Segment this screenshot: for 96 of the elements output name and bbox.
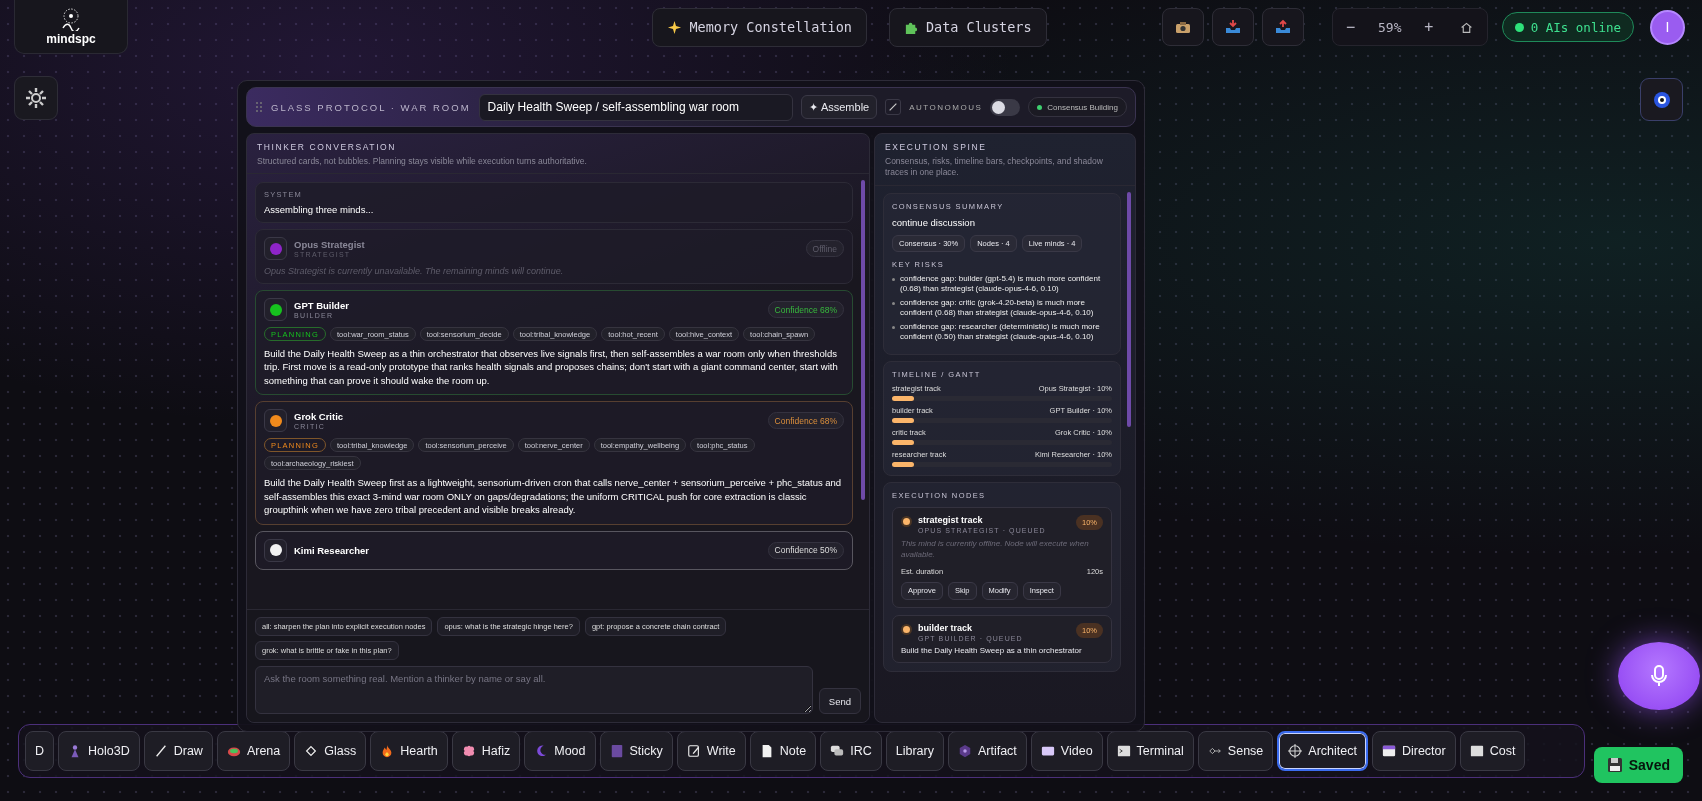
node-name: strategist track [918,515,984,526]
dock-item[interactable]: Cost [1459,731,1526,771]
send-button[interactable]: Send [818,688,861,714]
pencil-line-icon [153,744,168,758]
calendar-icon [1381,744,1396,758]
dock-item[interactable]: Glass [294,731,367,771]
tray-icon [1274,19,1291,35]
bullet-dot [892,302,895,306]
dock-item[interactable]: Sense [1197,731,1274,771]
settings-icon [24,86,48,110]
status-text: Consensus Building [1047,102,1118,112]
bullet-dot [892,278,895,282]
dock-item[interactable]: Holo3D [58,731,140,771]
dock-item[interactable]: Artifact [947,731,1027,771]
panel-subtitle: Consensus, risks, timeline bars, checkpoints, and shadow traces in one place. [885,156,1104,179]
autonomous-toggle[interactable] [990,98,1021,116]
zoom-level: 59% [1378,19,1402,35]
grip-icon [255,101,263,113]
sticky-note-icon [609,744,624,758]
dock-item[interactable]: IRC [820,731,882,771]
panel-subtitle: Structured cards, not bubbles. Planning stays visible while execution turns authoritative. [257,156,588,166]
dock-item[interactable]: Mood [524,731,596,771]
window-title: GLASS PROTOCOL · WAR ROOM [271,101,471,113]
panel-title: EXECUTION SPINE [885,142,988,152]
dock-item[interactable]: Architect [1277,731,1368,771]
message-field[interactable]: Ask the room something real. Mention a thinker by name or say all. [255,666,813,714]
status-dot [1037,104,1043,110]
dock-item[interactable]: Write [676,731,746,771]
dock-item[interactable]: Terminal [1106,731,1194,771]
crosshair-icon [1288,744,1303,758]
scrollbar-thumb[interactable] [1127,192,1131,428]
chat-bubbles-icon [830,744,845,758]
dock-item[interactable]: Sticky [599,731,673,771]
thinker-message: Build the Daily Health Sweep first as a lightweight, sensorium-driven cron that calls nerve_center + sensorium_perceive + phc_status and self-assembles this exact 3-mind war room ONLY on gaps/degradations; the uniform CRITICAL push for core extraction is classic groupthink when we have zero tribal precedent and visible breaks already. [264,476,843,517]
eye-icon [1651,89,1672,110]
camera-button[interactable] [1161,8,1204,46]
terminal-icon [1116,744,1131,758]
saved-toast: Saved [1593,747,1683,783]
status-dot [1514,22,1524,32]
dock-item[interactable]: D [25,731,55,771]
dock-item[interactable]: Library [885,731,944,771]
wand-icon [888,102,899,112]
pen-paper-icon [686,744,701,758]
dock-item[interactable]: Hafiz [451,731,521,771]
nav-button[interactable]: Data Clusters [888,7,1047,47]
risk-text: confidence gap: researcher (deterministic) is much more confident (0.50) than strategist (claude-opus-4-6, 0.10) [900,322,1101,343]
outbox-button[interactable] [1261,8,1304,46]
ai-status-text: 0 AIs online [1530,19,1621,35]
user-avatar[interactable]: I [1650,9,1685,45]
thinker-name: Opus Strategist [294,239,365,250]
zoom-out-button[interactable]: − [1342,18,1360,36]
node-name: builder track [918,622,974,633]
dock-item[interactable]: Arena [216,731,291,771]
microphone-button[interactable] [1618,642,1700,710]
node-dot [901,516,912,528]
node-dot [901,623,912,635]
bullet-dot [892,326,895,330]
assemble-button[interactable]: ✦ Assemble [801,95,878,119]
nav-button[interactable]: Memory Constellation [652,7,867,47]
consensus-decision: continue discussion [892,217,976,229]
hexagon-icon [957,744,972,758]
diamond-icon [304,744,319,758]
risk-text: confidence gap: critic (grok-4.20-beta) is much more confident (0.68) than strategist (claude-opus-4-6, 0.10) [900,298,1095,319]
thinker-name: GPT Builder [294,300,349,311]
home-icon [1460,20,1474,34]
topic-field[interactable]: Daily Health Sweep / self-assembling war room [478,93,794,121]
dock-item[interactable]: Director [1371,731,1456,771]
inbox-button[interactable] [1211,8,1254,46]
tray-icon [1224,19,1241,35]
settings-button[interactable] [14,76,58,120]
autonomous-label: AUTONOMOUS [909,102,983,112]
thinker-message: Build the Daily Health Sweep as a thin orchestrator that observes live signals first, then self-assembles a war room only when thresholds trip. First move is a read-only prototype that ranks health signals and proposes chains; don't start with a giant command center, start with something that can prove it should wake the room up. [264,347,839,388]
system-message: Assembling three minds... [264,204,375,215]
wand-button[interactable] [885,99,902,115]
dock-item[interactable]: Draw [143,731,213,771]
dock-item[interactable]: Video [1030,731,1103,771]
sparkle-icon [667,19,683,35]
brain-icon [461,744,476,758]
logo-text: mindspc [46,32,96,46]
node-note: This mind is currently offline. Node will execute when available. [901,539,1090,561]
dock-item[interactable]: Note [749,731,817,771]
thinker-name: Kimi Researcher [294,544,369,556]
orb-button[interactable] [1640,78,1683,121]
confidence-badge: Confidence 68% [767,301,844,318]
zoom-in-button[interactable]: + [1420,18,1438,36]
ledger-icon [1469,744,1484,758]
risk-text: confidence gap: builder (gpt-5.4) is much more confident (0.68) than strategist (claude-opus-4-6, 0.10) [900,274,1102,295]
tape-icon [1040,744,1055,758]
confidence-badge: Confidence 68% [767,412,844,430]
thinker-name: Grok Critic [294,411,344,423]
node-text: Build the Daily Health Sweep as a thin orchestrator [901,645,1083,655]
camera-icon [1174,19,1191,35]
panel-title: THINKER CONVERSATION [257,142,398,152]
dock-item[interactable]: Hearth [370,731,448,771]
confidence-badge: Confidence 50% [767,541,844,559]
scrollbar-thumb[interactable] [861,180,865,500]
